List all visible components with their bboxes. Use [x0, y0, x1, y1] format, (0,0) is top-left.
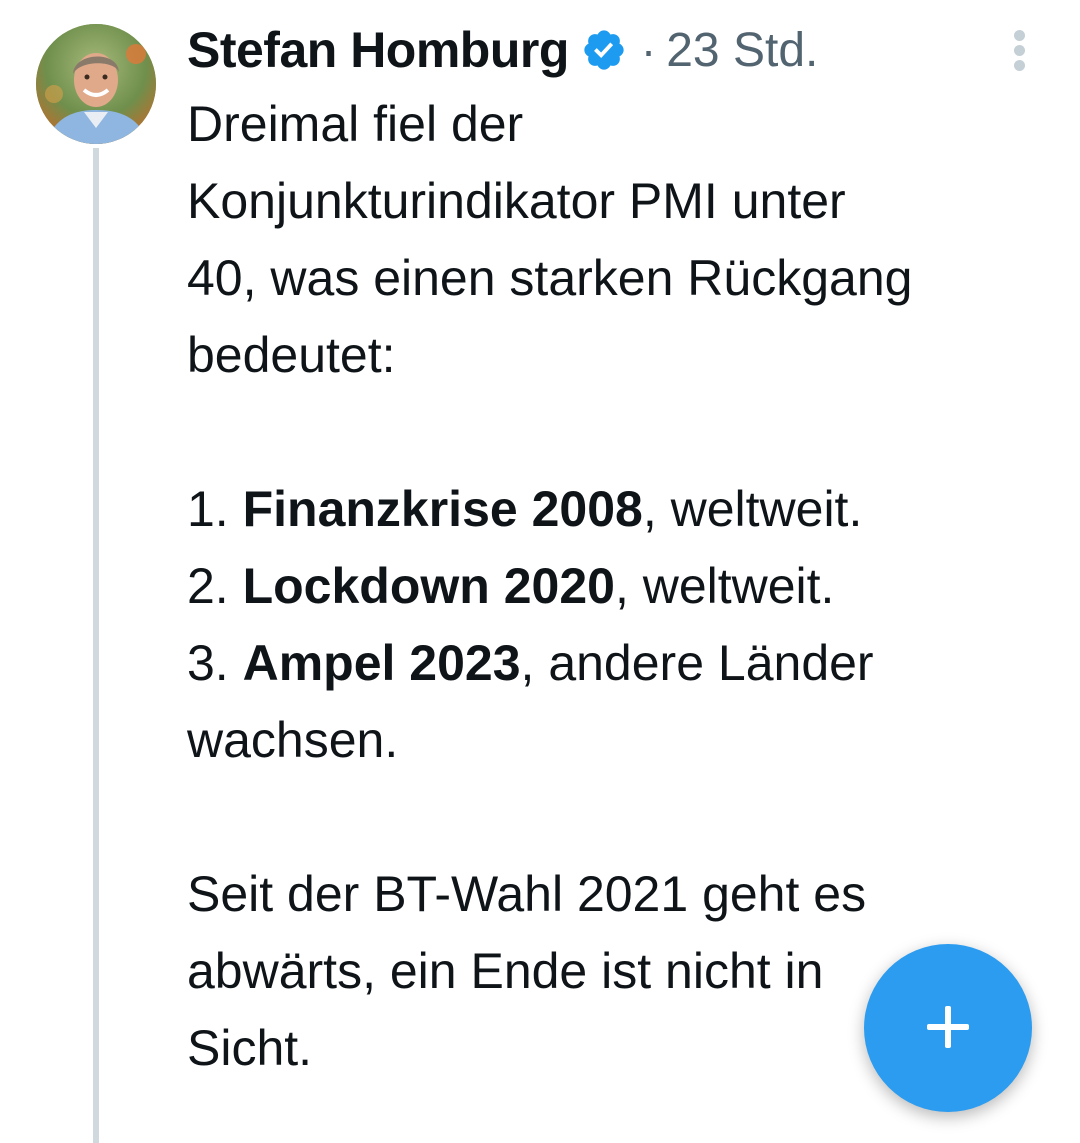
list-item-bold: Finanzkrise 2008 [242, 481, 643, 537]
profile-photo-icon [36, 24, 156, 144]
compose-fab-button[interactable] [864, 944, 1032, 1112]
list-item-continuation: wachsen. [187, 712, 399, 768]
list-number: 1. [187, 481, 243, 537]
list-item-bold: Ampel 2023 [242, 635, 521, 691]
list-item-rest: , andere Länder [520, 635, 874, 691]
list-item: 3. Ampel 2023, andere Länder [187, 625, 1057, 702]
list-item: 1. Finanzkrise 2008, weltweit. [187, 471, 1057, 548]
author-name[interactable]: Stefan Homburg [187, 21, 569, 79]
timestamp[interactable]: 23 Std. [666, 23, 818, 78]
avatar[interactable] [36, 24, 156, 144]
list-item: 2. Lockdown 2020, weltweit. [187, 548, 1057, 625]
tweet-text: Dreimal fiel der Konjunkturindikator PMI… [187, 86, 1057, 1087]
verified-badge-icon [581, 27, 627, 73]
text-line: Seit der BT-Wahl 2021 geht es [187, 866, 867, 922]
tweet-card[interactable]: Stefan Homburg · 23 Std. Dreimal fiel de… [0, 0, 1080, 1143]
vertical-ellipsis-icon[interactable] [1004, 28, 1034, 72]
list-item-bold: Lockdown 2020 [242, 558, 615, 614]
text-line: 40, was einen starken Rückgang [187, 250, 913, 306]
separator-dot: · [640, 24, 657, 76]
text-line: Konjunkturindikator PMI unter [187, 173, 846, 229]
list-number: 3. [187, 635, 243, 691]
tweet-header: Stefan Homburg · 23 Std. [187, 18, 818, 82]
list-item-rest: , weltweit. [614, 558, 835, 614]
paragraph-break [187, 394, 1057, 471]
text-line: Dreimal fiel der [187, 96, 524, 152]
list-number: 2. [187, 558, 243, 614]
paragraph-break [187, 779, 1057, 856]
thread-line [93, 148, 99, 1143]
list-item-rest: , weltweit. [642, 481, 863, 537]
text-line: bedeutet: [187, 327, 396, 383]
